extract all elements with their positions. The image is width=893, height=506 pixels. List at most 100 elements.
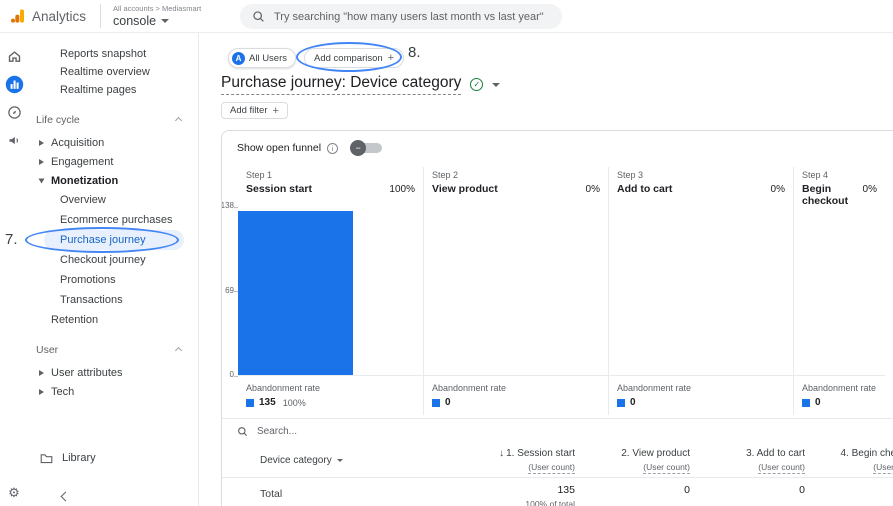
column-header-add-to-cart[interactable]: 3. Add to cart (User count) bbox=[690, 444, 805, 477]
verified-check-icon[interactable]: ✓ bbox=[470, 78, 483, 91]
column-title: 3. Add to cart bbox=[746, 448, 805, 459]
section-life-cycle[interactable]: Life cycle bbox=[28, 111, 198, 129]
add-comparison-label: Add comparison bbox=[314, 53, 383, 64]
sidebar-item-reports-snapshot[interactable]: Reports snapshot bbox=[28, 45, 198, 63]
acquisition-label: Acquisition bbox=[51, 137, 104, 149]
expand-arrow-icon bbox=[39, 389, 44, 395]
sidebar-item-tech[interactable]: Tech bbox=[28, 382, 198, 401]
step-number: Step 2 bbox=[432, 170, 600, 180]
reports-icon[interactable] bbox=[4, 74, 24, 94]
abandonment-rate-label: Abandonment rate bbox=[617, 383, 785, 393]
sidebar-item-purchase-journey[interactable]: Purchase journey bbox=[44, 230, 184, 250]
sidebar-item-checkout-journey[interactable]: Checkout journey bbox=[28, 250, 198, 270]
table-row-total: Total 135 100% of total 0 0 bbox=[222, 478, 893, 506]
step-number: Step 4 bbox=[802, 170, 877, 180]
all-users-label: All Users bbox=[249, 53, 287, 64]
sidebar-item-monetization[interactable]: Monetization bbox=[28, 171, 198, 190]
sidebar-item-ecommerce-purchases[interactable]: Ecommerce purchases bbox=[28, 210, 198, 230]
collapse-nav-icon[interactable] bbox=[61, 492, 71, 502]
total-cell-session-start: 135 100% of total bbox=[460, 478, 575, 506]
top-bar: Analytics All accounts > Mediasmart cons… bbox=[0, 0, 893, 33]
funnel-bar-step-1[interactable] bbox=[238, 211, 353, 375]
table-search-input[interactable]: Search... bbox=[222, 418, 893, 444]
expand-arrow-icon bbox=[39, 140, 44, 146]
abandonment-count: 0 bbox=[815, 397, 821, 408]
step-number: Step 1 bbox=[246, 170, 415, 180]
all-users-chip[interactable]: A All Users bbox=[228, 48, 296, 68]
abandonment-info: Abandonment rate 135 100% bbox=[238, 376, 423, 415]
tech-label: Tech bbox=[51, 386, 74, 398]
sidebar-item-retention[interactable]: Retention bbox=[28, 310, 198, 329]
abandonment-rate-label: Abandonment rate bbox=[432, 383, 600, 393]
all-users-avatar: A bbox=[232, 52, 245, 65]
device-category-header[interactable]: Device category bbox=[222, 444, 460, 477]
funnel-plot-area bbox=[794, 207, 885, 376]
open-funnel-toggle[interactable]: − bbox=[350, 140, 382, 156]
column-header-view-product[interactable]: 2. View product (User count) bbox=[575, 444, 690, 477]
expand-arrow-icon bbox=[39, 370, 44, 376]
account-switcher[interactable]: All accounts > Mediasmart console bbox=[100, 4, 201, 28]
sidebar-item-promotions[interactable]: Promotions bbox=[28, 270, 198, 290]
sidebar-item-engagement[interactable]: Engagement bbox=[28, 152, 198, 171]
sidebar-item-library[interactable]: Library bbox=[28, 452, 96, 464]
total-value: 0 bbox=[575, 484, 690, 496]
abandonment-info: Abandonment rate 0 bbox=[424, 376, 608, 415]
folder-icon bbox=[40, 453, 53, 464]
y-tick-label: 138 bbox=[221, 201, 234, 210]
abandonment-rate-label: Abandonment rate bbox=[802, 383, 877, 393]
abandonment-count: 135 bbox=[259, 397, 276, 408]
analytics-logo-icon bbox=[10, 8, 26, 24]
comparison-chips: A All Users Add comparison + bbox=[228, 48, 404, 68]
column-header-begin-checkout[interactable]: 4. Begin checkout (User count) bbox=[805, 444, 893, 477]
funnel-chart: 138 69 0 Step 1 Session start 100% bbox=[224, 167, 885, 415]
funnel-step-1-column: Step 1 Session start 100% Abandonment ra… bbox=[238, 167, 423, 415]
sidebar-item-realtime-overview[interactable]: Realtime overview bbox=[28, 63, 198, 81]
sidebar-item-user-attributes[interactable]: User attributes bbox=[28, 363, 198, 382]
total-value-sub: 100% of total bbox=[460, 499, 575, 506]
expand-arrow-icon bbox=[39, 159, 44, 165]
funnel-step-header: Step 2 View product 0% bbox=[424, 167, 608, 207]
funnel-report-card: Show open funnel i − 138 69 0 bbox=[221, 130, 893, 506]
column-header-session-start[interactable]: ↓1. Session start (User count) bbox=[460, 444, 575, 477]
app-rail: ⚙ bbox=[0, 33, 28, 506]
info-icon[interactable]: i bbox=[327, 143, 338, 154]
retention-label: Retention bbox=[51, 314, 98, 326]
settings-gear-icon[interactable]: ⚙ bbox=[0, 485, 28, 501]
legend-swatch bbox=[246, 399, 254, 407]
funnel-plot-area bbox=[609, 207, 793, 376]
analytics-logo[interactable]: Analytics bbox=[0, 8, 86, 24]
chevron-down-icon[interactable] bbox=[492, 83, 500, 87]
step-completion: 100% bbox=[389, 184, 415, 195]
sidebar-item-realtime-pages[interactable]: Realtime pages bbox=[28, 81, 198, 99]
sidebar-item-acquisition[interactable]: Acquisition bbox=[28, 133, 198, 152]
column-subtitle: (User count) bbox=[873, 462, 893, 474]
report-title-row: Purchase journey: Device category ✓ bbox=[221, 74, 500, 95]
chevron-down-icon bbox=[161, 19, 169, 23]
column-title: 2. View product bbox=[621, 448, 690, 459]
total-value: 0 bbox=[690, 484, 805, 496]
section-user[interactable]: User bbox=[28, 341, 198, 359]
sidebar-item-transactions[interactable]: Transactions bbox=[28, 290, 198, 310]
add-comparison-button[interactable]: Add comparison + bbox=[304, 48, 404, 68]
funnel-plot-area bbox=[424, 207, 608, 376]
legend-swatch bbox=[617, 399, 625, 407]
sidebar-item-purchase-journey-wrap: Purchase journey bbox=[28, 230, 198, 250]
page-title[interactable]: Purchase journey: Device category bbox=[221, 74, 461, 95]
add-filter-button[interactable]: Add filter + bbox=[221, 102, 288, 119]
explore-icon[interactable] bbox=[4, 102, 24, 122]
advertising-icon[interactable] bbox=[4, 130, 24, 150]
legend-swatch bbox=[432, 399, 440, 407]
total-value: 135 bbox=[460, 484, 575, 496]
main-content: A All Users Add comparison + Purchase jo… bbox=[199, 33, 893, 506]
home-icon[interactable] bbox=[4, 46, 24, 66]
open-funnel-control: Show open funnel i − bbox=[237, 140, 382, 156]
step-label: Add to cart bbox=[617, 183, 672, 195]
total-cell-view-product: 0 bbox=[575, 478, 690, 506]
sidebar-item-overview[interactable]: Overview bbox=[28, 190, 198, 210]
library-label: Library bbox=[62, 452, 96, 464]
step-number: Step 3 bbox=[617, 170, 785, 180]
funnel-step-2-column: Step 2 View product 0% Abandonment rate … bbox=[423, 167, 608, 415]
plus-icon: + bbox=[273, 105, 279, 117]
global-search-input[interactable]: Try searching "how many users last month… bbox=[240, 4, 562, 29]
reports-sidenav: Reports snapshot Realtime overview Realt… bbox=[28, 33, 199, 506]
